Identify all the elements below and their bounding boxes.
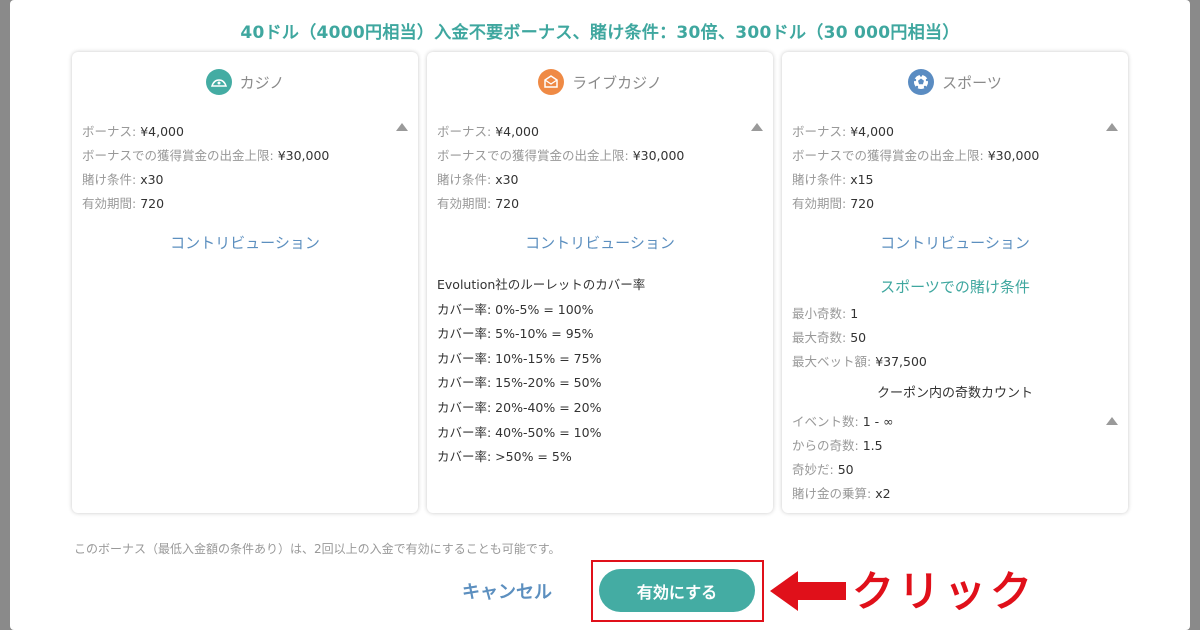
detail-row: 有効期間: 720: [792, 196, 875, 211]
detail-row: 最大ベット額: ¥37,500: [792, 354, 927, 369]
coverage-row: カバー率: 15%-20% = 50%: [437, 375, 602, 391]
activate-button[interactable]: 有効にする: [599, 569, 755, 612]
detail-row: 最大奇数: 50: [792, 330, 867, 345]
card-label: ライブカジノ: [572, 73, 662, 92]
card-header: ライブカジノ: [427, 68, 773, 96]
cancel-button[interactable]: キャンセル: [462, 578, 552, 604]
detail-row: ボーナスでの獲得賞金の出金上限: ¥30,000: [82, 148, 330, 163]
coverage-row: カバー率: 0%-5% = 100%: [437, 301, 594, 317]
casino-card: カジノ ボーナス: ¥4,000 ボーナスでの獲得賞金の出金上限: ¥30,00…: [72, 52, 418, 513]
coverage-heading: Evolution社のルーレットのカバー率: [437, 277, 646, 292]
card-header: スポーツ: [782, 68, 1128, 96]
coverage-row: カバー率: >50% = 5%: [437, 449, 572, 465]
footnote: このボーナス（最低入金額の条件あり）は、2回以上の入金で有効にすることも可能です…: [74, 542, 561, 556]
collapse-icon[interactable]: [751, 123, 763, 131]
sports-icon: [908, 69, 935, 95]
detail-row: ボーナス: ¥4,000: [792, 124, 894, 139]
coverage-row: カバー率: 5%-10% = 95%: [437, 326, 594, 342]
card-header: カジノ: [72, 68, 418, 96]
collapse-icon[interactable]: [396, 123, 408, 131]
detail-row: 賭け金の乗算: x2: [792, 486, 891, 501]
sports-card: スポーツ ボーナス: ¥4,000 ボーナスでの獲得賞金の出金上限: ¥30,0…: [782, 52, 1128, 513]
card-label: スポーツ: [942, 73, 1002, 92]
bonus-details: ボーナス: ¥4,000 ボーナスでの獲得賞金の出金上限: ¥30,000 賭け…: [82, 120, 329, 216]
coverage-row: カバー率: 10%-15% = 75%: [437, 350, 602, 366]
click-annotation: クリック: [852, 567, 1037, 616]
detail-row: 有効期間: 720: [437, 196, 520, 211]
bonus-details: ボーナス: ¥4,000 ボーナスでの獲得賞金の出金上限: ¥30,000 賭け…: [792, 120, 1039, 216]
card-label: カジノ: [239, 73, 285, 92]
live-casino-card: ライブカジノ ボーナス: ¥4,000 ボーナスでの獲得賞金の出金上限: ¥30…: [427, 52, 773, 513]
detail-row: イベント数: 1 - ∞: [792, 414, 894, 429]
coupon-list: イベント数: 1 - ∞ からの奇数: 1.5 奇妙だ: 50 賭け金の乗算: …: [792, 410, 894, 506]
collapse-icon[interactable]: [1106, 417, 1118, 425]
contribution-link[interactable]: コントリビューション: [72, 232, 418, 253]
left-arrow-icon: [768, 569, 848, 617]
sports-terms-link[interactable]: スポーツでの賭け条件: [782, 276, 1128, 297]
detail-row: 賭け条件: x30: [82, 172, 164, 187]
detail-row: 有効期間: 720: [82, 196, 165, 211]
contribution-link[interactable]: コントリビューション: [427, 232, 773, 253]
modal-title: 40ドル（4000円相当）入金不要ボーナス、賭け条件：30倍、300ドル（30 …: [240, 23, 960, 43]
coverage-row: カバー率: 20%-40% = 20%: [437, 399, 602, 415]
detail-row: 賭け条件: x15: [792, 172, 874, 187]
detail-row: 最小奇数: 1: [792, 306, 859, 321]
detail-row: からの奇数: 1.5: [792, 438, 883, 453]
detail-row: 賭け条件: x30: [437, 172, 519, 187]
live-casino-icon: [538, 69, 565, 95]
detail-row: ボーナス: ¥4,000: [82, 124, 184, 139]
collapse-icon[interactable]: [1106, 123, 1118, 131]
detail-row: 奇妙だ: 50: [792, 462, 854, 477]
contribution-link[interactable]: コントリビューション: [782, 232, 1128, 253]
bonus-modal: 40ドル（4000円相当）入金不要ボーナス、賭け条件：30倍、300ドル（30 …: [10, 0, 1190, 630]
detail-row: ボーナスでの獲得賞金の出金上限: ¥30,000: [437, 148, 685, 163]
coverage-list: Evolution社のルーレットのカバー率 カバー率: 0%-5% = 100%…: [437, 273, 645, 470]
coupon-heading: クーポン内の奇数カウント: [876, 386, 1033, 401]
coverage-row: カバー率: 40%-50% = 10%: [437, 424, 602, 440]
detail-row: ボーナス: ¥4,000: [437, 124, 539, 139]
detail-row: ボーナスでの獲得賞金の出金上限: ¥30,000: [792, 148, 1040, 163]
casino-icon: [205, 69, 232, 95]
sports-terms-list: 最小奇数: 1 最大奇数: 50 最大ベット額: ¥37,500: [792, 302, 927, 374]
bonus-details: ボーナス: ¥4,000 ボーナスでの獲得賞金の出金上限: ¥30,000 賭け…: [437, 120, 684, 216]
